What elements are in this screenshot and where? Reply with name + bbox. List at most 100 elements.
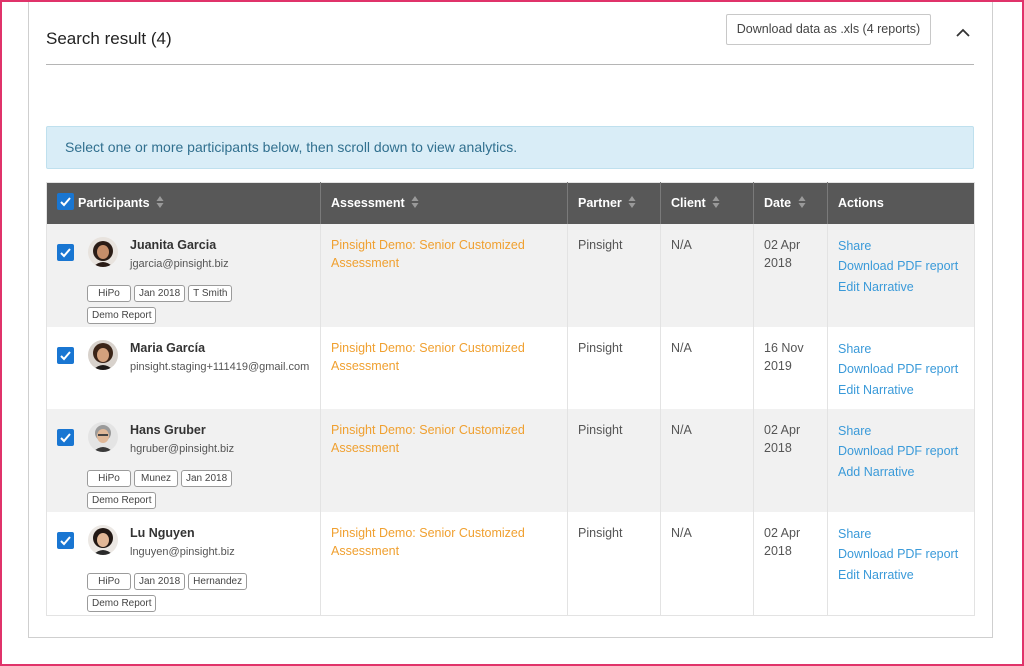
table-row: Juanita Garcia jgarcia@pinsight.biz HiPo… [46, 223, 975, 327]
date-cell: 16 Nov 2019 [753, 326, 828, 409]
assessment-cell: Pinsight Demo: Senior Customized Assessm… [320, 408, 568, 512]
client-cell: N/A [660, 223, 754, 327]
tag: Demo Report [87, 491, 157, 509]
tag: Demo Report [87, 594, 157, 612]
actions-cell: Share Download PDF report Edit Narrative [827, 511, 975, 615]
table-row: Lu Nguyen lnguyen@pinsight.biz HiPo Jan 2… [46, 511, 975, 615]
column-header-assessment[interactable]: Assessment [320, 182, 568, 224]
date-cell: 02 Apr 2018 [753, 223, 828, 327]
client-cell: N/A [660, 326, 754, 409]
participant-cell: Juanita Garcia jgarcia@pinsight.biz HiPo… [46, 223, 321, 327]
sort-icon[interactable] [712, 195, 720, 212]
tag: HiPo [87, 572, 131, 590]
partner-cell: Pinsight [567, 326, 661, 409]
participant-name: Lu Nguyen [130, 525, 195, 540]
edit-narrative-link[interactable]: Edit Narrative [838, 277, 964, 298]
avatar [88, 524, 118, 555]
sort-icon[interactable] [411, 195, 419, 212]
assessment-cell: Pinsight Demo: Senior Customized Assessm… [320, 223, 568, 327]
column-header-partner[interactable]: Partner [567, 182, 661, 224]
download-pdf-link[interactable]: Download PDF report [838, 441, 964, 462]
participant-email: lnguyen@pinsight.biz [130, 545, 235, 558]
column-header-date[interactable]: Date [753, 182, 828, 224]
sort-icon[interactable] [628, 195, 636, 212]
participant-name: Hans Gruber [130, 422, 206, 437]
row-checkbox[interactable] [57, 243, 74, 261]
actions-cell: Share Download PDF report Edit Narrative [827, 223, 975, 327]
client-cell: N/A [660, 408, 754, 512]
table-row: Maria García pinsight.staging+111419@gma… [46, 326, 975, 409]
sort-icon[interactable] [156, 195, 164, 212]
tag-list: HiPo Munez Jan 2018 Demo Report [87, 468, 257, 512]
results-header: Search result (4) Download data as .xls … [46, 14, 974, 65]
download-pdf-link[interactable]: Download PDF report [838, 544, 964, 565]
share-link[interactable]: Share [838, 339, 964, 360]
column-label: Client [671, 195, 706, 210]
tag: HiPo [87, 284, 131, 302]
results-table: Participants Assessment Partner Client D… [46, 182, 975, 616]
assessment-link[interactable]: Pinsight Demo: Senior Customized Assessm… [331, 423, 525, 455]
partner-cell: Pinsight [567, 223, 661, 327]
edit-narrative-link[interactable]: Edit Narrative [838, 380, 964, 401]
tag: Demo Report [87, 306, 157, 324]
participant-cell: Lu Nguyen lnguyen@pinsight.biz HiPo Jan 2… [46, 511, 321, 615]
tag: Munez [134, 469, 178, 487]
sort-icon[interactable] [798, 195, 806, 212]
client-cell: N/A [660, 511, 754, 615]
assessment-cell: Pinsight Demo: Senior Customized Assessm… [320, 511, 568, 615]
page-title: Search result (4) [46, 29, 172, 48]
tag: HiPo [87, 469, 131, 487]
table-header-row: Participants Assessment Partner Client D… [46, 182, 975, 224]
assessment-link[interactable]: Pinsight Demo: Senior Customized Assessm… [331, 341, 525, 373]
info-alert: Select one or more participants below, t… [46, 126, 974, 169]
participant-email: hgruber@pinsight.biz [130, 442, 235, 455]
edit-narrative-link[interactable]: Edit Narrative [838, 565, 964, 586]
actions-cell: Share Download PDF report Add Narrative [827, 408, 975, 512]
assessment-cell: Pinsight Demo: Senior Customized Assessm… [320, 326, 568, 409]
share-link[interactable]: Share [838, 236, 964, 257]
tag-list: HiPo Jan 2018 T Smith Demo Report [87, 283, 257, 327]
share-link[interactable]: Share [838, 421, 964, 442]
download-pdf-link[interactable]: Download PDF report [838, 359, 964, 380]
column-label: Actions [838, 196, 884, 211]
actions-cell: Share Download PDF report Edit Narrative [827, 326, 975, 409]
column-header-actions: Actions [827, 182, 975, 224]
tag: T Smith [188, 284, 233, 302]
tag: Jan 2018 [134, 572, 186, 590]
column-label: Partner [578, 195, 622, 210]
participant-name: Maria García [130, 340, 206, 355]
select-all-checkbox[interactable] [57, 193, 74, 211]
assessment-link[interactable]: Pinsight Demo: Senior Customized Assessm… [331, 526, 525, 558]
date-cell: 02 Apr 2018 [753, 408, 828, 512]
column-label: Date [764, 195, 792, 210]
chevron-up-icon[interactable] [954, 24, 972, 42]
participant-cell: Hans Gruber hgruber@pinsight.biz HiPo Mun… [46, 408, 321, 512]
avatar [88, 339, 118, 370]
column-label: Participants [78, 195, 150, 210]
date-cell: 02 Apr 2018 [753, 511, 828, 615]
table-row: Hans Gruber hgruber@pinsight.biz HiPo Mun… [46, 408, 975, 512]
assessment-link[interactable]: Pinsight Demo: Senior Customized Assessm… [331, 238, 525, 270]
row-checkbox[interactable] [57, 428, 74, 446]
participant-name: Juanita Garcia [130, 237, 217, 252]
participant-cell: Maria García pinsight.staging+111419@gma… [46, 326, 321, 409]
participant-email: jgarcia@pinsight.biz [130, 257, 229, 270]
tag: Jan 2018 [134, 284, 186, 302]
avatar [88, 421, 118, 452]
row-checkbox[interactable] [57, 531, 74, 549]
tag: Hernandez [188, 572, 248, 590]
column-header-client[interactable]: Client [660, 182, 754, 224]
share-link[interactable]: Share [838, 524, 964, 545]
row-checkbox[interactable] [57, 346, 74, 364]
partner-cell: Pinsight [567, 408, 661, 512]
tag: Jan 2018 [181, 469, 233, 487]
column-header-participants[interactable]: Participants [46, 182, 321, 224]
partner-cell: Pinsight [567, 511, 661, 615]
add-narrative-link[interactable]: Add Narrative [838, 462, 964, 483]
download-xls-button[interactable]: Download data as .xls (4 reports) [726, 14, 931, 45]
column-label: Assessment [331, 195, 405, 210]
participant-email: pinsight.staging+111419@gmail.com [130, 360, 310, 373]
avatar [88, 236, 118, 267]
tag-list: HiPo Jan 2018 Hernandez Demo Report [87, 571, 257, 615]
download-pdf-link[interactable]: Download PDF report [838, 256, 964, 277]
